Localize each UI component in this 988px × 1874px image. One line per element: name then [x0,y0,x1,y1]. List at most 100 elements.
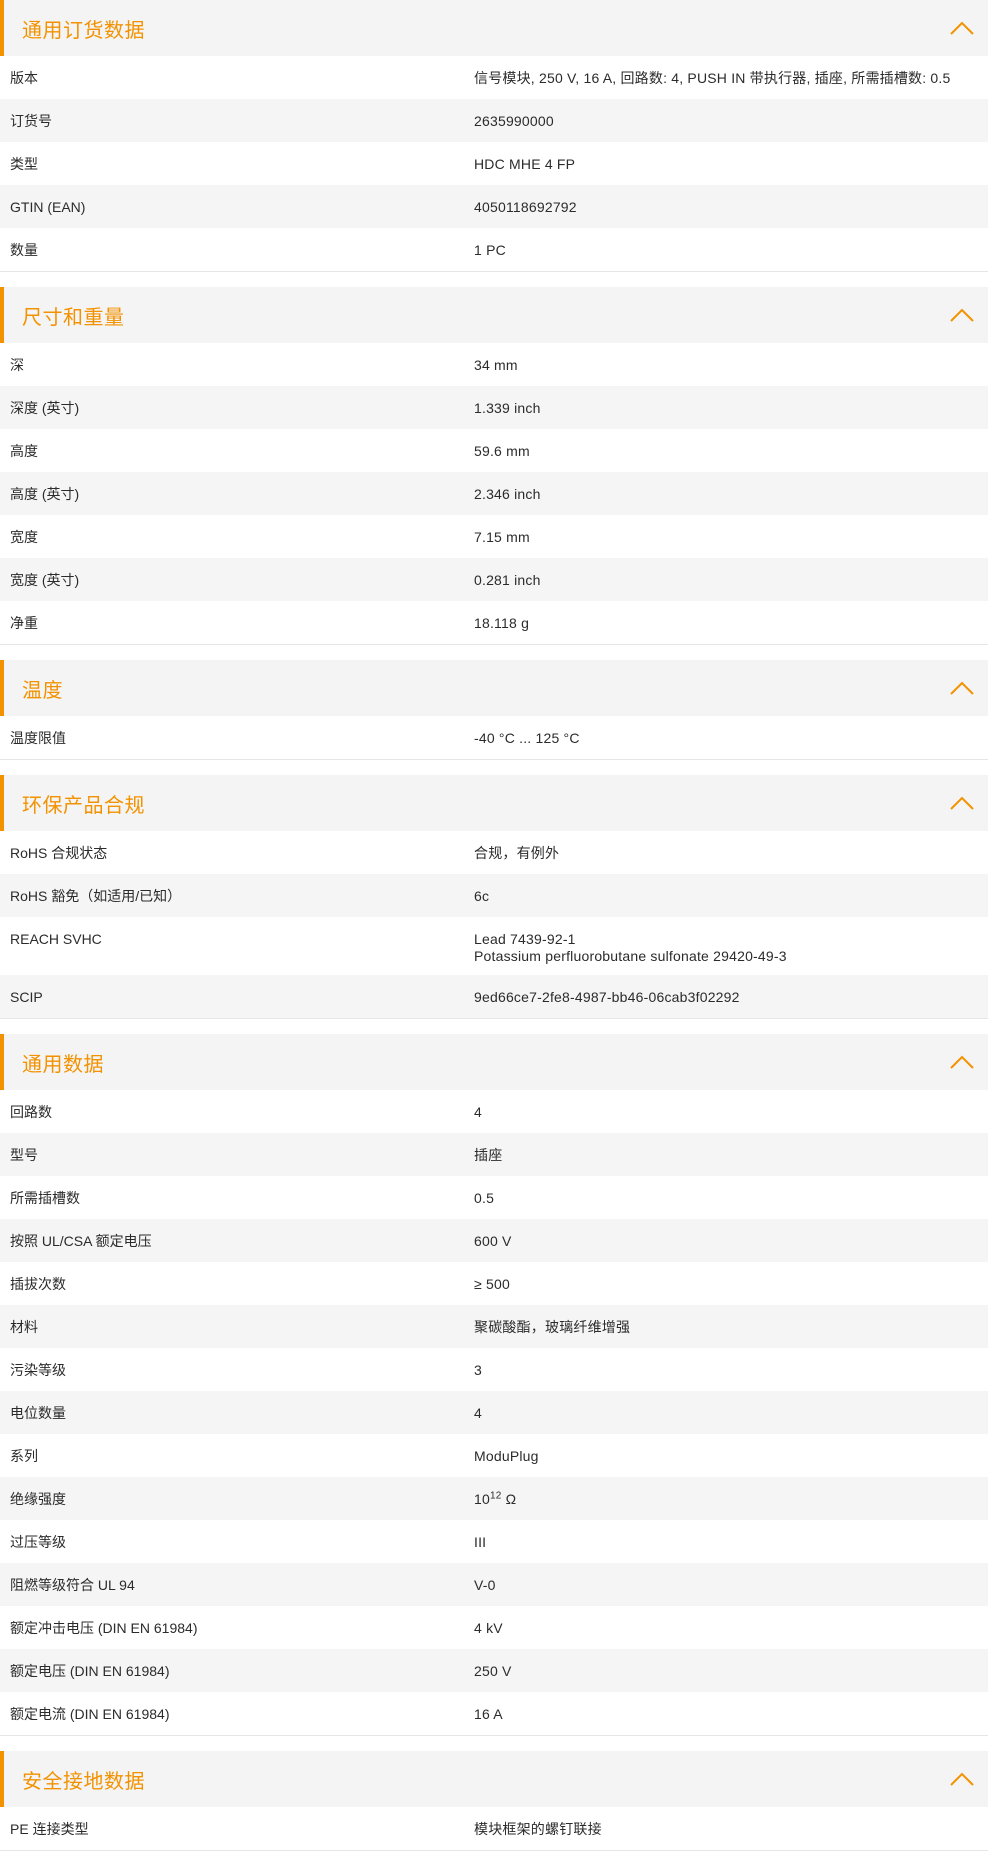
spec-value-text: 4050118692792 [474,199,577,215]
spec-row: 额定电压 (DIN EN 61984) 250 V [0,1649,988,1692]
spec-value-text: 信号模块, 250 V, 16 A, 回路数: 4, PUSH IN 带执行器,… [474,70,951,86]
spec-label: 高度 [10,443,38,459]
spec-value-exponent: 12 [489,1490,502,1502]
spec-value: 7.15 mm [474,529,988,546]
spec-value: 16 A [474,1706,988,1723]
spec-value-text: 59.6 mm [474,443,530,459]
spec-label: 订货号 [10,113,52,129]
spec-value-text: 1 PC [474,242,506,258]
spec-value: 0.5 [474,1190,988,1207]
product-spec-page: 通用订货数据版本 信号模块, 250 V, 16 A, 回路数: 4, PUSH … [0,0,988,1851]
spec-label: 额定电流 (DIN EN 61984) [10,1706,170,1722]
spec-row: 插拔次数 ≥ 500 [0,1262,988,1305]
spec-row: GTIN (EAN) 4050118692792 [0,185,988,228]
section-header[interactable]: 安全接地数据 [0,1751,988,1807]
spec-row: 材料 聚碳酸酯，玻璃纤维增强 [0,1305,988,1348]
section-title: 环保产品合规 [22,794,145,817]
spec-row: 回路数 4 [0,1090,988,1133]
section-title: 通用数据 [22,1053,104,1076]
spec-value-text: Lead 7439-92-1 Potassium perfluorobutane… [474,931,787,964]
spec-label: 温度限值 [10,730,66,746]
spec-value-text: 18.118 g [474,615,530,631]
spec-value-text: 16 A [474,1706,503,1722]
spec-row: 深度 (英寸) 1.339 inch [0,386,988,429]
spec-label: 版本 [10,70,38,86]
chevron-up-icon[interactable] [948,19,976,37]
section-header[interactable]: 通用数据 [0,1034,988,1090]
spec-row: 污染等级 3 [0,1348,988,1391]
section-header[interactable]: 通用订货数据 [0,0,988,56]
spec-row: 高度 (英寸) 2.346 inch [0,472,988,515]
chevron-up-icon[interactable] [948,794,976,812]
spec-row: 数量 1 PC [0,228,988,271]
spec-row: 宽度 (英寸) 0.281 inch [0,558,988,601]
spec-section: 温度温度限值 -40 °C ... 125 °C [0,660,988,760]
spec-row: 温度限值 -40 °C ... 125 °C [0,716,988,759]
spec-label: 类型 [10,156,38,172]
spec-value: 插座 [474,1147,988,1164]
spec-value-text: 3 [474,1362,482,1378]
spec-row: RoHS 豁免（如适用/已知） 6c [0,874,988,917]
section-title: 通用订货数据 [22,19,145,42]
chevron-up-icon[interactable] [948,1770,976,1788]
spec-value: 4 [474,1104,988,1121]
section-header[interactable]: 尺寸和重量 [0,287,988,343]
spec-value-text: 4 kV [474,1620,503,1636]
spec-value: 2635990000 [474,113,988,130]
chevron-up-icon[interactable] [948,306,976,324]
spec-value: 1 PC [474,242,988,259]
spec-row: 订货号 2635990000 [0,99,988,142]
section-header[interactable]: 环保产品合规 [0,775,988,831]
spec-value: Lead 7439-92-1 Potassium perfluorobutane… [474,931,988,965]
spec-value-text: 聚碳酸酯，玻璃纤维增强 [474,1319,631,1335]
spec-label: RoHS 合规状态 [10,845,108,861]
spec-value-text: 模块框架的螺钉联接 [474,1821,602,1837]
spec-row: 类型 HDC MHE 4 FP [0,142,988,185]
spec-row: 所需插槽数 0.5 [0,1176,988,1219]
spec-value: III [474,1534,988,1551]
spec-value: 合规，有例外 [474,845,988,862]
spec-value: 2.346 inch [474,486,988,503]
spec-value: 18.118 g [474,615,988,632]
spec-row: REACH SVHC Lead 7439-92-1 Potassium perfl… [0,917,988,975]
spec-label: 深 [10,357,24,373]
spec-value-text: 9ed66ce7-2fe8-4987-bb46-06cab3f02292 [474,989,740,1005]
spec-value: 模块框架的螺钉联接 [474,1821,988,1838]
spec-value-text: ModuPlug [474,1448,539,1464]
spec-value-text: 250 V [474,1663,512,1679]
spec-value-text: 合规，有例外 [474,845,560,861]
chevron-up-icon[interactable] [948,1053,976,1071]
spec-row: SCIP 9ed66ce7-2fe8-4987-bb46-06cab3f02292 [0,975,988,1018]
spec-value-text: 4 [474,1104,482,1120]
spec-label: 系列 [10,1448,38,1464]
spec-rows: RoHS 合规状态 合规，有例外 RoHS 豁免（如适用/已知） 6c REACH SV… [0,831,988,1019]
spec-label: 回路数 [10,1104,52,1120]
spec-value-text: 600 V [474,1233,512,1249]
section-title: 尺寸和重量 [22,306,125,329]
spec-value: 4 [474,1405,988,1422]
chevron-up-icon[interactable] [948,679,976,697]
section-title: 温度 [22,679,63,702]
spec-value-text: V-0 [474,1577,496,1593]
spec-row: 净重 18.118 g [0,601,988,644]
spec-label: 深度 (英寸) [10,400,80,416]
spec-value-unit: Ω [501,1491,517,1507]
spec-value: 600 V [474,1233,988,1250]
section-header[interactable]: 温度 [0,660,988,716]
spec-label: 宽度 (英寸) [10,572,80,588]
spec-value: 250 V [474,1663,988,1680]
spec-value: 1012 Ω [474,1491,988,1508]
spec-row: 电位数量 4 [0,1391,988,1434]
spec-label: 额定电压 (DIN EN 61984) [10,1663,170,1679]
spec-value-text: 7.15 mm [474,529,530,545]
spec-row: 阻燃等级符合 UL 94 V-0 [0,1563,988,1606]
spec-value: 59.6 mm [474,443,988,460]
spec-value-text: 插座 [474,1147,503,1163]
spec-label: 高度 (英寸) [10,486,80,502]
spec-row: 版本 信号模块, 250 V, 16 A, 回路数: 4, PUSH IN 带执行… [0,56,988,99]
spec-value: -40 °C ... 125 °C [474,730,988,747]
spec-value: 4 kV [474,1620,988,1637]
spec-label: 过压等级 [10,1534,66,1550]
spec-row: 额定电流 (DIN EN 61984) 16 A [0,1692,988,1735]
spec-rows: 回路数 4 型号 插座 所需插槽数 0.5 按照 UL/CSA 额定电压 600 V 插拔次数 ≥… [0,1090,988,1736]
